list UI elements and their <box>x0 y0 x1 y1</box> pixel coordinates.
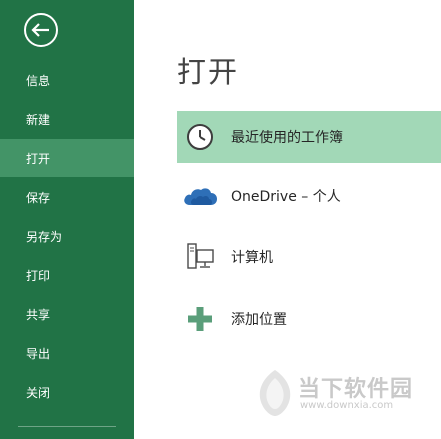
location-add-place[interactable]: 添加位置 <box>177 293 441 345</box>
nav-new[interactable]: 新建 <box>0 100 134 138</box>
nav-open[interactable]: 打开 <box>0 139 134 177</box>
nav-share[interactable]: 共享 <box>0 295 134 333</box>
page-title: 打开 <box>177 55 240 89</box>
back-arrow-icon <box>24 13 58 47</box>
computer-icon <box>177 231 223 283</box>
watermark-name: 当下软件园 <box>298 377 414 402</box>
nav-info[interactable]: 信息 <box>0 61 134 99</box>
nav-close[interactable]: 关闭 <box>0 373 134 411</box>
nav-export[interactable]: 导出 <box>0 334 134 372</box>
location-computer-label: 计算机 <box>231 250 273 266</box>
location-onedrive[interactable]: OneDrive – 个人 <box>177 170 441 222</box>
clock-icon <box>177 111 223 163</box>
watermark: 当下软件园 www.downxia.com <box>250 366 441 439</box>
nav-export-label: 导出 <box>26 346 51 361</box>
watermark-logo-icon <box>259 370 291 416</box>
location-onedrive-label: OneDrive – 个人 <box>231 189 341 205</box>
sidebar-divider <box>18 426 116 427</box>
nav-print-label: 打印 <box>26 268 51 283</box>
nav-print[interactable]: 打印 <box>0 256 134 294</box>
nav-new-label: 新建 <box>26 112 51 127</box>
plus-icon <box>177 293 223 345</box>
watermark-url: www.downxia.com <box>300 400 394 411</box>
location-recent-workbooks[interactable]: 最近使用的工作簿 <box>177 111 441 163</box>
nav-save-as-label: 另存为 <box>26 229 63 244</box>
backstage-sidebar: 信息 新建 打开 保存 另存为 打印 共享 导出 关闭 <box>0 0 134 439</box>
nav-save-as[interactable]: 另存为 <box>0 217 134 255</box>
nav-save-label: 保存 <box>26 190 51 205</box>
back-button[interactable] <box>22 11 60 49</box>
location-recent-label: 最近使用的工作簿 <box>231 130 343 146</box>
location-computer[interactable]: 计算机 <box>177 231 441 283</box>
location-add-place-label: 添加位置 <box>231 312 287 328</box>
nav-save[interactable]: 保存 <box>0 178 134 216</box>
nav-open-label: 打开 <box>26 151 51 166</box>
cloud-icon <box>177 170 223 222</box>
nav-close-label: 关闭 <box>26 385 51 400</box>
nav-share-label: 共享 <box>26 307 51 322</box>
nav-info-label: 信息 <box>26 73 51 88</box>
